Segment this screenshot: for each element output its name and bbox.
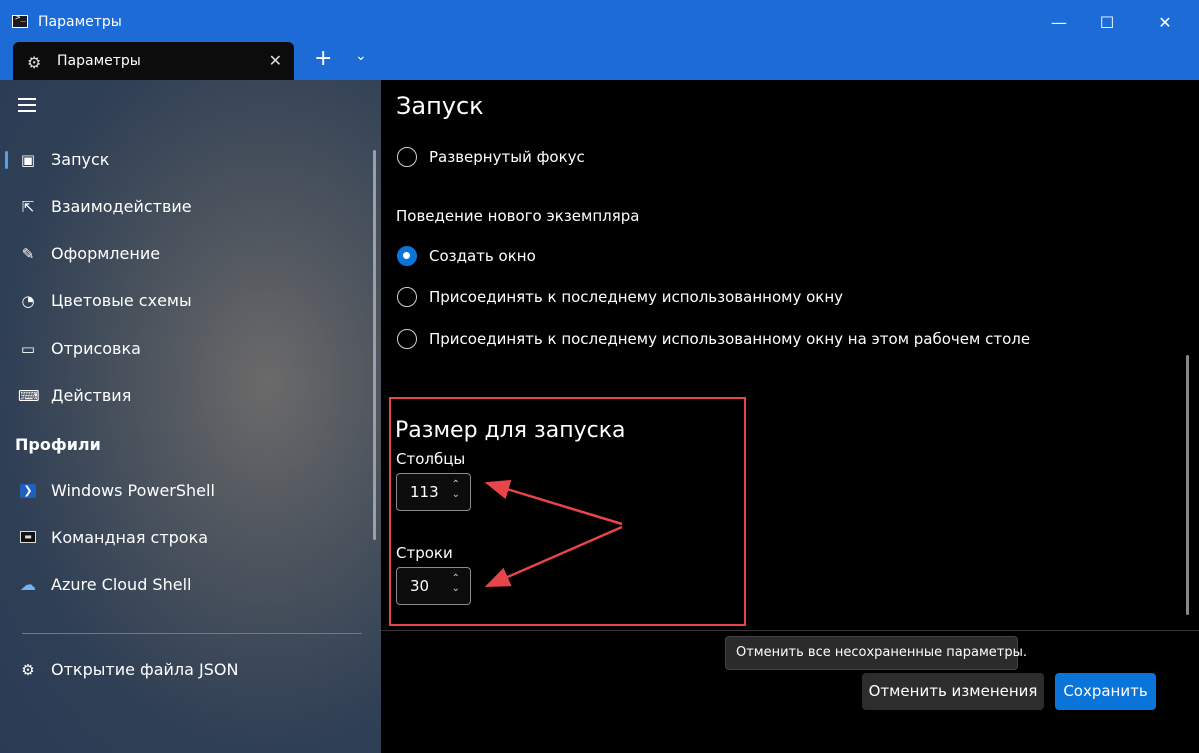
sidebar-item-actions[interactable]: ⌨ Действия — [0, 376, 381, 416]
window-title: Параметры — [38, 14, 122, 30]
tab-close-button[interactable]: ✕ — [269, 51, 282, 70]
sidebar-item-label: Действия — [51, 386, 132, 405]
radio-attach-last-window-desktop[interactable] — [397, 329, 417, 349]
active-indicator — [5, 151, 8, 169]
cmd-icon: ▬ — [20, 531, 36, 543]
brush-icon: ✎ — [21, 245, 35, 263]
radio-focus-mode[interactable] — [397, 147, 417, 167]
sidebar-item-rendering[interactable]: ▭ Отрисовка — [0, 329, 381, 369]
sidebar-item-label: Отрисовка — [51, 339, 141, 358]
keyboard-icon: ⌨ — [18, 387, 40, 405]
sidebar: ▣ Запуск ⇱ Взаимодействие ✎ Оформление ◔… — [0, 80, 381, 753]
new-instance-label: Поведение нового экземпляра — [396, 207, 640, 225]
sidebar-item-label: Windows PowerShell — [51, 481, 215, 500]
radio-label: Присоединять к последнему использованном… — [429, 330, 1031, 348]
palette-icon: ◔ — [21, 292, 35, 310]
sidebar-item-label: Взаимодействие — [51, 197, 192, 216]
terminal-icon: >_ — [12, 13, 28, 28]
sidebar-item-label: Оформление — [51, 244, 161, 263]
content-scrollbar[interactable] — [1186, 355, 1189, 615]
gear-icon: ⚙ — [27, 53, 42, 72]
sidebar-item-color-schemes[interactable]: ◔ Цветовые схемы — [0, 281, 381, 321]
new-tab-button[interactable]: + — [314, 46, 332, 71]
discard-tooltip: Отменить все несохраненные параметры. — [725, 636, 1027, 670]
discard-changes-button[interactable]: Отменить изменения — [862, 673, 1044, 710]
save-button[interactable]: Сохранить — [1055, 673, 1156, 710]
sidebar-item-label: Цветовые схемы — [51, 291, 192, 310]
radio-create-window[interactable] — [397, 246, 417, 266]
monitor-icon: ▭ — [20, 340, 36, 358]
page-title: Запуск — [396, 92, 484, 120]
sidebar-item-label: Azure Cloud Shell — [51, 575, 192, 594]
powershell-icon: ❯ — [20, 484, 36, 498]
sidebar-item-cmd[interactable]: ▬ Командная строка — [0, 518, 381, 558]
tab-label: Параметры — [57, 53, 141, 69]
sidebar-item-label: Командная строка — [51, 528, 209, 547]
tooltip-text: Отменить все несохраненные параметры. — [736, 645, 1027, 660]
tab-settings[interactable]: ⚙ Параметры ✕ — [13, 42, 294, 80]
sidebar-item-powershell[interactable]: ❯ Windows PowerShell — [0, 471, 381, 511]
sidebar-item-label: Запуск — [51, 150, 110, 169]
sidebar-item-open-json[interactable]: ⚙ Открытие файла JSON — [0, 650, 381, 690]
interaction-icon: ⇱ — [21, 198, 35, 216]
sidebar-item-interaction[interactable]: ⇱ Взаимодействие — [0, 187, 381, 227]
maximize-button[interactable]: ☐ — [1084, 8, 1130, 38]
azure-cloud-icon: ☁ — [20, 575, 36, 594]
sidebar-item-launch[interactable]: ▣ Запуск — [0, 140, 381, 180]
radio-label: Присоединять к последнему использованном… — [429, 288, 844, 306]
radio-attach-last-window[interactable] — [397, 287, 417, 307]
hamburger-menu-icon[interactable] — [18, 98, 36, 116]
sidebar-scrollbar[interactable] — [373, 150, 376, 540]
sidebar-divider — [22, 633, 362, 634]
radio-label: Создать окно — [429, 247, 536, 265]
sidebar-item-appearance[interactable]: ✎ Оформление — [0, 234, 381, 274]
tab-strip: ⚙ Параметры ✕ + ⌄ — [0, 38, 1199, 80]
settings-window: >_ Параметры — ☐ ✕ ⚙ Параметры ✕ + ⌄ ▣ З… — [0, 0, 1199, 753]
chevron-down-icon[interactable]: ⌄ — [355, 48, 367, 64]
close-button[interactable]: ✕ — [1142, 8, 1188, 38]
radio-label: Развернутый фокус — [429, 148, 585, 166]
annotation-highlight-box — [389, 397, 746, 626]
profiles-header: Профили — [15, 435, 101, 454]
sidebar-item-azure[interactable]: ☁ Azure Cloud Shell — [0, 565, 381, 605]
sidebar-item-label: Открытие файла JSON — [51, 660, 239, 679]
minimize-button[interactable]: — — [1036, 8, 1082, 38]
footer-divider — [381, 630, 1199, 631]
gear-icon: ⚙ — [21, 661, 35, 679]
launch-icon: ▣ — [20, 151, 36, 169]
